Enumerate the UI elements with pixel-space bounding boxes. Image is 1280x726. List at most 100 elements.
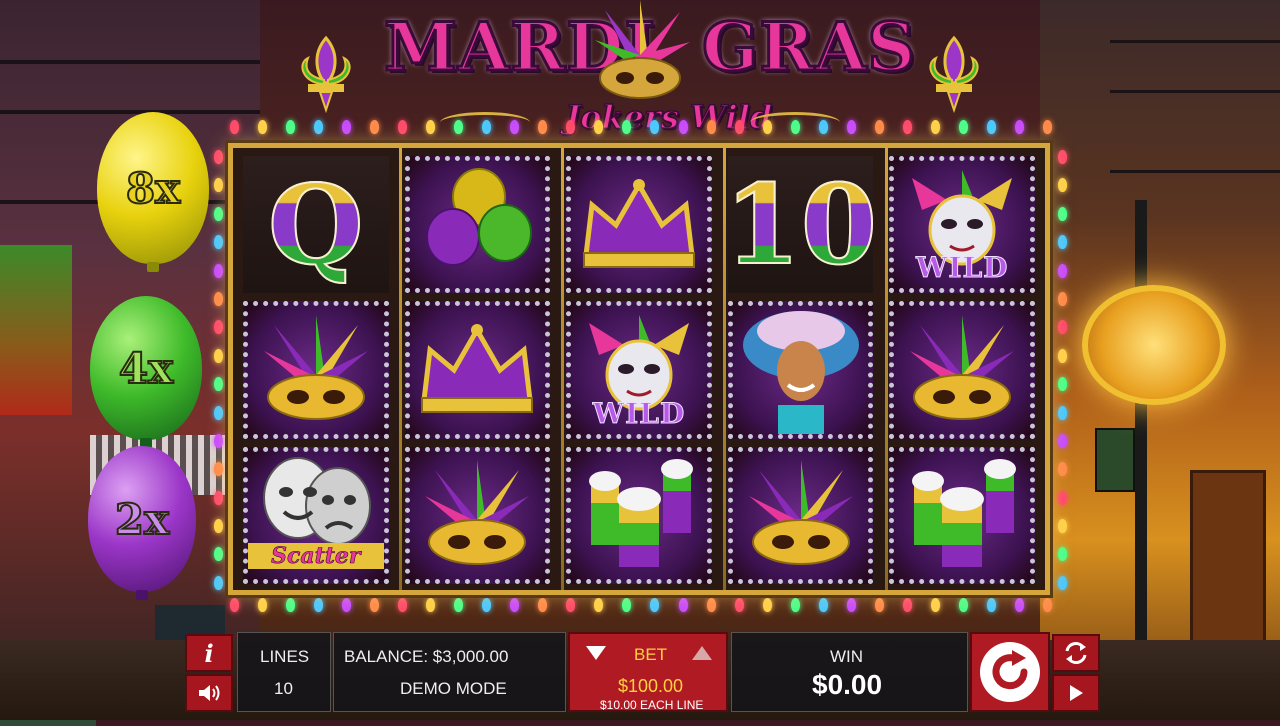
multiplier-balloon-2x: 2x [88, 446, 196, 600]
light-bulb-icon [846, 120, 856, 134]
light-bulb-icon [1058, 206, 1067, 221]
symbol-q: Q [243, 156, 389, 294]
crown-icon [582, 178, 695, 268]
play-button[interactable] [1052, 674, 1100, 712]
mode-label: DEMO MODE [400, 679, 507, 698]
light-bulb-icon [734, 598, 744, 612]
light-bulb-icon [1058, 235, 1067, 250]
light-bulb-icon [1058, 263, 1067, 278]
string-lights-right [1058, 150, 1067, 590]
light-bulb-icon [214, 377, 223, 392]
multiplier-label: 8x [125, 163, 181, 214]
bet-label: BET [634, 645, 668, 664]
light-bulb-icon [214, 575, 223, 590]
symbol-jester-wild: WILD [889, 156, 1035, 294]
light-bulb-icon [958, 120, 968, 134]
light-bulb-icon [846, 598, 856, 612]
light-bulb-icon [874, 120, 884, 134]
spin-icon [980, 642, 1040, 702]
play-icon [1070, 685, 1083, 701]
wild-label: WILD [592, 396, 686, 430]
win-panel: WIN $0.00 [731, 632, 968, 712]
light-bulb-icon [1058, 547, 1067, 562]
light-bulb-icon [482, 120, 492, 134]
light-bulb-icon [1058, 519, 1067, 534]
light-bulb-icon [398, 120, 408, 134]
logo-title-right: GRAS [700, 7, 917, 88]
drinks-icon [912, 459, 1017, 568]
balance-label: BALANCE: $3,000.00 [344, 647, 509, 666]
light-bulb-icon [214, 547, 223, 562]
light-bulb-icon [370, 120, 380, 134]
fleur-de-lis-icon [301, 35, 351, 114]
symbol-crown [404, 301, 551, 439]
feather-mask-icon [748, 460, 853, 566]
light-bulb-icon [986, 598, 996, 612]
light-bulb-icon [454, 120, 464, 134]
round-neon-sign [1082, 285, 1226, 405]
light-bulb-icon [1042, 598, 1052, 612]
symbol-mask [727, 446, 874, 584]
symbol-ten-number: 10 [728, 159, 874, 290]
light-bulb-icon [214, 178, 223, 193]
light-bulb-icon [790, 120, 800, 134]
light-bulb-icon [258, 598, 268, 612]
light-bulb-icon [214, 348, 223, 363]
bet-panel: BET $100.00 $10.00 EACH LINE [568, 632, 728, 712]
light-bulb-icon [1058, 320, 1067, 335]
feather-mask-icon [263, 314, 368, 420]
crown-icon [421, 323, 534, 413]
fleur-de-lis-icon [929, 35, 979, 114]
symbol-ten: 10 [727, 156, 874, 294]
light-bulb-icon [454, 598, 464, 612]
string-lights-top [230, 120, 1052, 134]
light-bulb-icon [426, 120, 436, 134]
light-bulb-icon [314, 598, 324, 612]
light-bulb-icon [342, 120, 352, 134]
light-bulb-icon [214, 206, 223, 221]
reel-grid: Q 10 WILD WILD Scatter [243, 156, 1035, 584]
light-bulb-icon [482, 598, 492, 612]
light-bulb-icon [214, 291, 223, 306]
multiplier-balloon-8x: 8x [97, 112, 209, 272]
light-bulb-icon [1058, 433, 1067, 448]
light-bulb-icon [706, 120, 716, 134]
reel-frame: Q 10 WILD WILD Scatter [228, 143, 1050, 595]
light-bulb-icon [214, 150, 223, 164]
autoplay-button[interactable] [1052, 634, 1100, 672]
light-bulb-icon [538, 598, 548, 612]
light-bulb-icon [762, 598, 772, 612]
light-bulb-icon [818, 598, 828, 612]
dancer-portrait-icon [742, 311, 859, 434]
feather-mask-icon [595, 0, 690, 99]
symbol-dancer [727, 301, 874, 439]
multiplier-label: 2x [114, 494, 170, 545]
light-bulb-icon [214, 433, 223, 448]
spin-button[interactable] [970, 632, 1050, 712]
light-bulb-icon [678, 598, 688, 612]
banner-decoration [0, 245, 72, 415]
light-bulb-icon [678, 120, 688, 134]
light-bulb-icon [214, 490, 223, 505]
balloons-icon [426, 167, 533, 266]
light-bulb-icon [762, 120, 772, 134]
light-bulb-icon [370, 598, 380, 612]
info-icon: i [204, 638, 214, 668]
light-bulb-icon [902, 598, 912, 612]
lines-value: 10 [274, 679, 293, 698]
bet-increase-button[interactable] [692, 646, 712, 660]
light-bulb-icon [594, 598, 604, 612]
light-bulb-icon [1014, 120, 1024, 134]
bet-decrease-button[interactable] [586, 646, 606, 660]
sound-button[interactable] [185, 674, 233, 712]
light-bulb-icon [214, 462, 223, 477]
symbol-q-letter: Q [267, 159, 365, 290]
light-bulb-icon [426, 598, 436, 612]
light-bulb-icon [1058, 377, 1067, 392]
wild-label: WILD [915, 251, 1009, 285]
street-sign [1095, 428, 1135, 492]
light-bulb-icon [230, 598, 239, 612]
light-bulb-icon [286, 598, 296, 612]
info-button[interactable]: i [185, 634, 233, 672]
light-bulb-icon [1042, 120, 1052, 134]
